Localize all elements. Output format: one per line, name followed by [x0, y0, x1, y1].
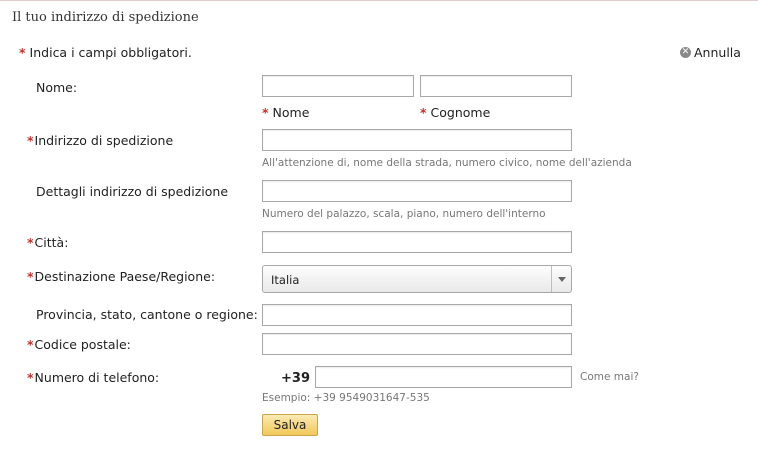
country-selected-value: Italia	[271, 273, 300, 287]
phone-example: Esempio: +39 9549031647-535	[262, 392, 430, 404]
country-label: *Destinazione Paese/Regione:	[27, 269, 216, 284]
country-select[interactable]: Italia	[262, 265, 572, 293]
last-name-input[interactable]	[420, 75, 572, 97]
top-divider	[0, 0, 758, 1]
phone-label: *Numero di telefono:	[27, 370, 160, 385]
city-input[interactable]	[262, 231, 572, 253]
address-details-input[interactable]	[262, 180, 572, 202]
first-name-sublabel: * Nome	[262, 105, 310, 120]
last-name-sublabel: * Cognome	[420, 105, 491, 120]
first-name-input[interactable]	[262, 75, 414, 97]
close-icon: ✕	[680, 47, 691, 58]
cancel-label: Annulla	[694, 45, 741, 60]
province-input[interactable]	[262, 304, 572, 326]
address-details-label: Dettagli indirizzo di spedizione	[36, 184, 229, 199]
phone-input[interactable]	[315, 366, 572, 388]
province-label: Provincia, stato, cantone o regione:	[36, 307, 258, 322]
save-button[interactable]: Salva	[262, 414, 318, 436]
required-note-text: Indica i campi obbligatori.	[29, 45, 192, 60]
phone-country-prefix: +39	[281, 371, 310, 386]
postal-code-input[interactable]	[262, 333, 572, 355]
address-input[interactable]	[262, 129, 572, 151]
chevron-down-icon	[551, 266, 571, 292]
address-details-hint: Numero del palazzo, scala, piano, numero…	[262, 208, 546, 220]
cancel-button[interactable]: ✕ Annulla	[680, 45, 741, 60]
address-label: *Indirizzo di spedizione	[27, 133, 174, 148]
required-star: *	[19, 45, 26, 60]
name-label: Nome:	[36, 80, 78, 95]
address-hint: All'attenzione di, nome della strada, nu…	[262, 157, 632, 169]
city-label: *Città:	[27, 235, 69, 250]
section-title: Il tuo indirizzo di spedizione	[12, 10, 199, 25]
why-link[interactable]: Come mai?	[580, 371, 639, 383]
required-note: * Indica i campi obbligatori.	[19, 45, 192, 60]
postal-code-label: *Codice postale:	[27, 337, 131, 352]
